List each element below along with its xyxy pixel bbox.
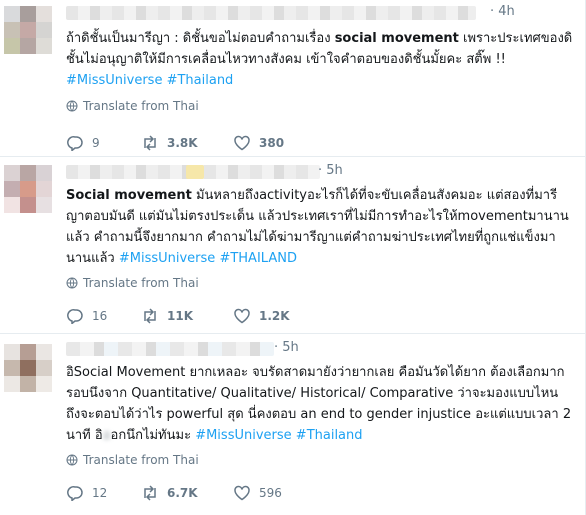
author-name-redacted[interactable]	[66, 6, 476, 20]
tweet-text: อิSocial Movement ยากเหลอะ จบรัดสาดมายัง…	[66, 365, 572, 443]
like-count: 596	[259, 486, 282, 500]
retweet-button[interactable]: 3.8K	[141, 135, 233, 151]
reply-count: 12	[92, 486, 108, 500]
tweet-text: Social movement มันหลายถึงactivityอะไรก็…	[66, 188, 569, 266]
avatar[interactable]	[4, 165, 52, 213]
retweet-icon	[144, 308, 156, 324]
reply-count: 16	[92, 309, 108, 323]
tweet-text: ถ้าดิชั้นเป็นมารีญา : ดิชั้นขอไม่ตอบคำถา…	[66, 31, 573, 88]
tweet-2[interactable]: · 5h Social movement มันหลายถึงactivityอ…	[0, 157, 585, 334]
translate-link[interactable]: Translate from Thai	[66, 453, 575, 467]
reply-icon	[67, 136, 83, 151]
like-button[interactable]: 380	[233, 135, 284, 151]
globe-icon	[66, 277, 78, 289]
tweet-feed: · 4h ถ้าดิชั้นเป็นมารีญา : ดิชั้นขอไม่ตอ…	[0, 0, 586, 515]
retweet-button[interactable]: 11K	[141, 308, 233, 324]
tweet-1[interactable]: · 4h ถ้าดิชั้นเป็นมารีญา : ดิชั้นขอไม่ตอ…	[0, 0, 585, 157]
avatar[interactable]	[4, 6, 52, 54]
reply-button[interactable]: 12	[66, 485, 141, 501]
translate-link[interactable]: Translate from Thai	[66, 276, 575, 290]
emoji-redacted	[186, 165, 204, 179]
hashtag-link[interactable]: #MissUniverse	[66, 73, 162, 88]
tweet-3[interactable]: · 5h อิSocial Movement ยากเหลอะ จบรัดสาด…	[0, 334, 585, 515]
reply-button[interactable]: 9	[66, 135, 141, 151]
like-button[interactable]: 1.2K	[233, 308, 290, 324]
tweet-header: · 5h	[66, 157, 575, 179]
timestamp[interactable]: · 5h	[274, 340, 299, 355]
hashtag-link[interactable]: #Thailand	[167, 73, 234, 88]
reply-button[interactable]: 16	[66, 308, 141, 324]
tweet-header: · 4h	[66, 0, 575, 20]
retweet-icon	[144, 485, 156, 501]
reply-icon	[67, 486, 83, 501]
timestamp[interactable]: · 5h	[318, 163, 343, 178]
retweet-button[interactable]: 6.7K	[141, 485, 233, 501]
hashtag-link[interactable]: #Thailand	[296, 428, 363, 443]
reply-icon	[67, 309, 83, 324]
tweet-header: · 5h	[66, 334, 575, 356]
hashtag-link[interactable]: #MissUniverse	[195, 428, 291, 443]
retweet-count: 3.8K	[167, 136, 198, 150]
hashtag-link[interactable]: #THAILAND	[219, 251, 297, 266]
translate-link[interactable]: Translate from Thai	[66, 99, 575, 113]
retweet-icon	[144, 135, 156, 151]
hashtag-link[interactable]: #MissUniverse	[119, 251, 215, 266]
retweet-count: 11K	[167, 309, 193, 323]
retweet-count: 6.7K	[167, 486, 198, 500]
like-count: 380	[259, 136, 285, 150]
tweet-actions: 12 6.7K 596	[66, 485, 575, 501]
like-icon	[234, 308, 250, 324]
globe-icon	[66, 100, 78, 112]
tweet-actions: 9 3.8K 380	[66, 135, 575, 151]
author-name-redacted[interactable]	[66, 342, 274, 356]
reply-count: 9	[92, 136, 100, 150]
like-icon	[234, 135, 250, 151]
blurred-character: อ	[102, 428, 111, 443]
timestamp[interactable]: · 4h	[490, 4, 515, 19]
tweet-actions: 16 11K 1.2K	[66, 308, 575, 324]
like-button[interactable]: 596	[233, 485, 282, 501]
like-count: 1.2K	[259, 309, 290, 323]
avatar[interactable]	[4, 344, 52, 392]
like-icon	[234, 485, 250, 501]
globe-icon	[66, 454, 78, 466]
